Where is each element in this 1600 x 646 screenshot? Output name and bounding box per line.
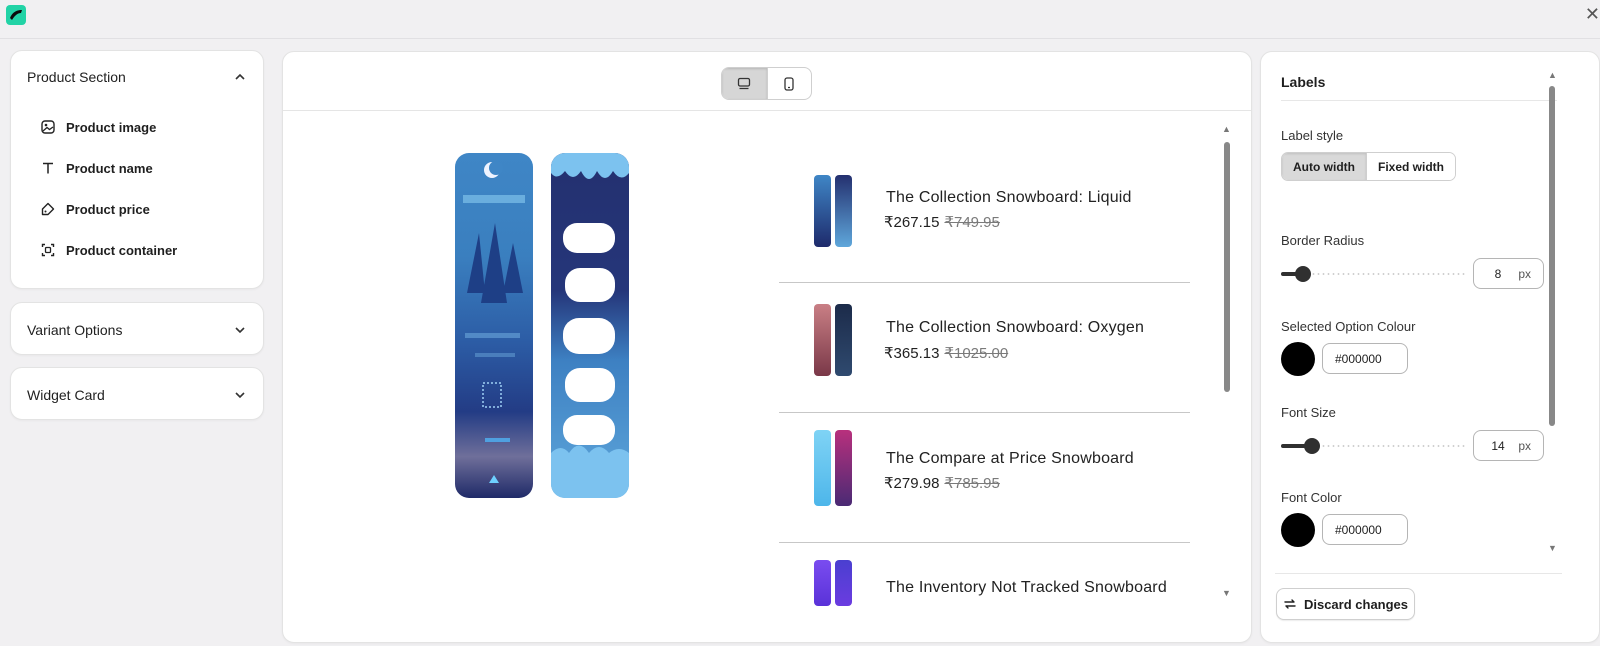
nav-item-label: Product name [66,160,153,176]
preview-scrollbar[interactable]: ▲ ▼ [1221,124,1233,604]
scrollbar-thumb[interactable] [1224,142,1230,392]
snowboard-left [455,153,533,498]
thumb-board-b [835,304,852,376]
container-icon [41,243,55,257]
image-icon [41,120,55,134]
nav-item-product-price[interactable]: Product price [41,199,150,219]
product-thumbnail [814,560,856,606]
settings-panel: Labels Label style Auto width Fixed widt… [1260,51,1600,643]
discard-changes-label: Discard changes [1303,596,1409,612]
auto-width-button[interactable]: Auto width [1282,153,1366,180]
desktop-icon [738,77,751,90]
font-size-input[interactable]: 14 px [1473,430,1544,461]
label-style-toggle: Auto width Fixed width [1281,152,1456,181]
chevron-up-icon[interactable] [233,70,247,84]
product-card-3[interactable]: The Compare at Price Snowboard ₹279.98 ₹7… [779,413,1190,543]
refresh-icon [1284,599,1296,609]
mobile-view-button[interactable] [766,68,812,99]
divider [1275,573,1562,574]
product-name: The Collection Snowboard: Oxygen [886,319,1145,336]
snowboard-right [551,153,629,498]
discard-changes-button[interactable]: Discard changes [1276,588,1415,620]
scroll-up-icon[interactable]: ▲ [1548,70,1557,80]
chevron-down-icon[interactable] [233,323,247,337]
border-radius-value: 8 [1494,267,1502,281]
settings-scrollbar[interactable]: ▲ ▼ [1547,70,1557,555]
border-radius-input[interactable]: 8 px [1473,258,1544,289]
font-color-swatch[interactable] [1281,513,1315,547]
nav-item-label: Product price [66,201,150,217]
compare-price: ₹1025.00 [944,345,1009,362]
slider-handle[interactable] [1295,266,1311,282]
compare-price: ₹749.95 [944,214,1000,231]
slider-handle[interactable] [1304,438,1320,454]
product-section-card: Product Section Product image Product na… [10,50,264,289]
nav-item-label: Product image [66,119,157,135]
font-size-label: Font Size [1281,405,1336,420]
desktop-view-button[interactable] [722,68,767,99]
close-icon[interactable]: ✕ [1585,4,1600,25]
font-size-unit: px [1518,439,1531,453]
product-price: ₹365.13 ₹1025.00 [884,344,1008,362]
sale-price: ₹365.13 [884,345,940,362]
selected-option-colour-label: Selected Option Colour [1281,319,1416,334]
thumb-board-a [814,430,831,506]
product-card-1[interactable]: The Collection Snowboard: Liquid ₹267.15… [779,153,1190,283]
font-size-value: 14 [1491,439,1505,453]
selected-option-colour-input[interactable]: #000000 [1322,343,1408,374]
font-color-label: Font Color [1281,490,1342,505]
product-thumbnail [814,175,856,247]
price-tag-icon [41,202,55,216]
thumb-board-b [835,175,852,247]
variant-options-title: Variant Options [27,322,123,338]
divider [1281,100,1557,101]
scroll-down-icon[interactable]: ▼ [1548,543,1557,553]
thumb-board-a [814,304,831,376]
nav-item-label: Product container [66,242,178,258]
thumb-board-b [835,560,852,606]
scroll-down-icon[interactable]: ▼ [1222,588,1231,598]
product-thumbnail [814,304,856,376]
sale-price: ₹279.98 [884,475,940,492]
nav-item-product-container[interactable]: Product container [41,240,177,260]
product-card-2[interactable]: The Collection Snowboard: Oxygen ₹365.13… [779,283,1190,413]
label-style-label: Label style [1281,128,1344,143]
product-name: The Compare at Price Snowboard [886,450,1134,467]
font-size-slider[interactable] [1281,438,1466,454]
chevron-down-icon[interactable] [233,388,247,402]
product-section-title[interactable]: Product Section [27,69,126,85]
product-name: The Inventory Not Tracked Snowboard [886,579,1167,596]
view-mode-toggle [721,67,812,100]
product-price: ₹267.15 ₹749.95 [884,213,1000,231]
border-radius-unit: px [1518,267,1531,281]
scrollbar-thumb[interactable] [1549,86,1555,426]
settings-title: Labels [1281,74,1326,90]
variant-options-card[interactable]: Variant Options [10,302,264,355]
product-card-4[interactable]: The Inventory Not Tracked Snowboard [779,544,1190,644]
selected-option-colour-swatch[interactable] [1281,342,1315,376]
border-radius-slider[interactable] [1281,266,1466,282]
thumb-board-a [814,560,831,606]
nav-item-product-name[interactable]: Product name [41,158,153,178]
preview-panel: The Collection Snowboard: Liquid ₹267.15… [282,51,1252,643]
widget-card-card[interactable]: Widget Card [10,367,264,420]
widget-card-title: Widget Card [27,387,105,403]
border-radius-label: Border Radius [1281,233,1365,248]
app-logo-icon [6,5,26,25]
thumb-board-b [835,430,852,506]
sale-price: ₹267.15 [884,214,940,231]
preview-divider [283,110,1251,111]
nav-item-product-image[interactable]: Product image [41,117,156,137]
product-price: ₹279.98 ₹785.95 [884,474,1000,492]
font-color-input[interactable]: #000000 [1322,514,1408,545]
compare-price: ₹785.95 [944,475,1000,492]
mobile-icon [784,76,794,91]
title-bar: ✕ [0,0,1600,39]
product-thumbnail [814,430,856,506]
product-name: The Collection Snowboard: Liquid [886,189,1132,206]
text-icon [43,162,53,174]
scroll-up-icon[interactable]: ▲ [1222,124,1231,134]
fixed-width-button[interactable]: Fixed width [1365,153,1455,180]
thumb-board-a [814,175,831,247]
